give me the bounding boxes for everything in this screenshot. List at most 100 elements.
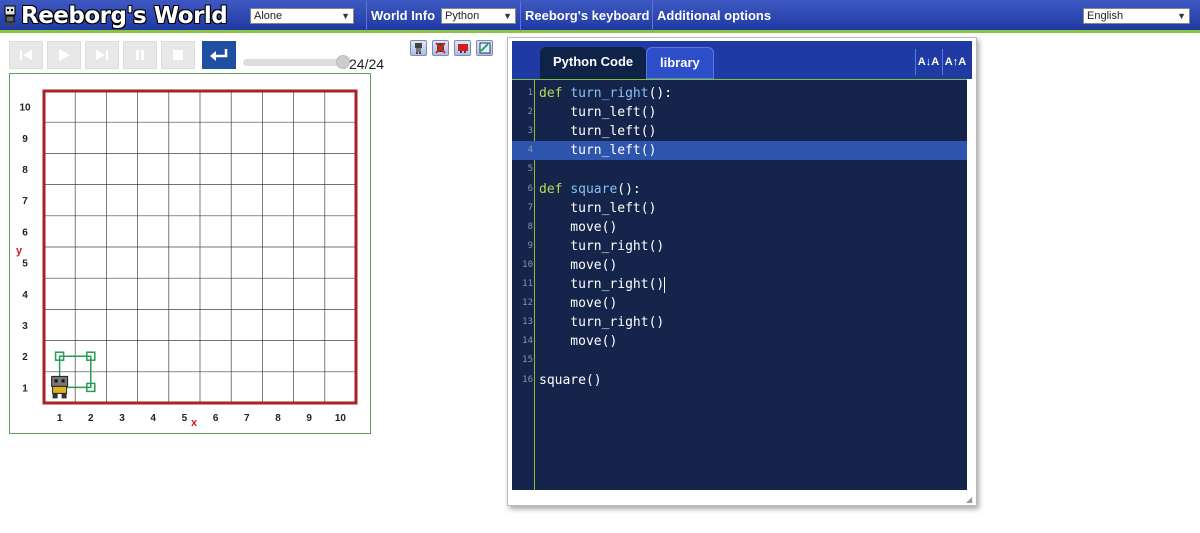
robot-icon	[415, 43, 422, 54]
edit-world-button[interactable]	[476, 40, 493, 56]
code-line[interactable]: 9 turn_right()	[512, 237, 967, 256]
pause-icon	[136, 50, 144, 60]
code-line[interactable]: 13 turn_right()	[512, 313, 967, 332]
world-canvas[interactable]: 1 2 3 4 5 6 7 8 9 10 1 2 3 4 5 6 7 8 9 10 y x	[9, 73, 371, 434]
chevron-down-icon: ▼	[503, 11, 512, 21]
code-text: def turn_right():	[539, 86, 673, 101]
code-text: move()	[539, 219, 618, 235]
line-number: 5	[527, 164, 533, 175]
x-axis-label: x	[191, 417, 198, 429]
code-text: move()	[539, 296, 618, 312]
resize-handle[interactable]: ◢	[966, 495, 974, 504]
stop-icon	[173, 50, 183, 60]
code-area[interactable]: 1 def turn_right(): 2 turn_left() 3 turn_le…	[512, 79, 967, 490]
y-axis-label: y	[16, 245, 23, 257]
code-line[interactable]: 2 turn_left()	[512, 103, 967, 122]
keyboard-menu[interactable]: Reeborg's keyboard	[520, 1, 653, 31]
robot-delete-icon	[435, 42, 446, 54]
additional-options-menu[interactable]: Additional options	[652, 1, 775, 31]
line-number: 14	[522, 336, 533, 347]
app-logo: Reeborg's World	[3, 2, 228, 30]
line-number: 7	[527, 202, 533, 213]
code-line[interactable]: 7 turn_left()	[512, 199, 967, 218]
line-number: 11	[522, 279, 533, 289]
code-line[interactable]: 10 move()	[512, 256, 967, 275]
y-tick-label: 3	[22, 321, 28, 332]
world-info-menu[interactable]: World Info	[366, 1, 439, 31]
x-tick-label: 7	[244, 413, 250, 424]
code-line[interactable]: 12 move()	[512, 294, 967, 313]
line-number: 9	[527, 240, 533, 251]
line-number: 13	[522, 317, 533, 328]
step-button[interactable]	[85, 41, 119, 69]
language-select-value: Python	[445, 10, 480, 22]
code-editor-panel: Python Code library A↓A A↑A 1 def turn_ri…	[507, 37, 977, 506]
red-robot-icon	[457, 44, 468, 53]
code-text: turn_left()	[539, 124, 657, 140]
font-smaller-button[interactable]: A↓A	[915, 49, 941, 75]
y-tick-label: 10	[19, 103, 31, 114]
tab-library[interactable]: library	[646, 47, 714, 79]
speed-slider-handle[interactable]	[336, 55, 350, 69]
code-line[interactable]: 4 turn_left()	[512, 141, 967, 161]
line-number: 6	[527, 183, 533, 194]
ui-language-select[interactable]: English ▼	[1083, 8, 1190, 24]
x-tick-label: 10	[335, 413, 347, 424]
font-larger-button[interactable]: A↑A	[942, 49, 968, 75]
return-button[interactable]	[202, 41, 236, 69]
code-text: move()	[539, 257, 618, 273]
code-line[interactable]: 5	[512, 160, 967, 179]
pause-button[interactable]	[123, 41, 157, 69]
app-title: Reeborg's World	[21, 3, 228, 29]
editor-tab-bar: Python Code library A↓A A↑A	[512, 41, 972, 79]
code-line[interactable]: 15	[512, 351, 967, 370]
speed-slider-track[interactable]	[243, 59, 343, 66]
robot-icon[interactable]	[51, 375, 69, 399]
chevron-down-icon: ▼	[341, 11, 350, 21]
stop-button[interactable]	[161, 41, 195, 69]
mode-select[interactable]: Alone ▼	[250, 8, 354, 24]
code-text: def square():	[539, 181, 641, 197]
mode-select-value: Alone	[254, 10, 283, 22]
skip-back-icon	[20, 50, 32, 60]
code-line[interactable]: 1 def turn_right():	[512, 84, 967, 103]
code-text: move()	[539, 334, 618, 350]
y-tick-label: 4	[22, 290, 28, 301]
y-tick-label: 7	[22, 196, 28, 207]
line-number: 2	[527, 107, 533, 118]
x-tick-label: 4	[150, 413, 156, 424]
chevron-down-icon: ▼	[1177, 11, 1186, 21]
y-tick-label: 5	[22, 259, 28, 270]
highlight-toggle-button[interactable]	[454, 40, 471, 56]
code-line[interactable]: 16 square()	[512, 371, 967, 390]
line-number: 3	[527, 126, 533, 137]
programming-language-select[interactable]: Python ▼	[441, 8, 516, 24]
tab-python-code[interactable]: Python Code	[540, 47, 647, 79]
x-tick-label: 9	[306, 413, 312, 424]
robot-tool-button[interactable]	[410, 40, 427, 56]
reload-button[interactable]	[9, 41, 43, 69]
line-number: 12	[522, 298, 533, 309]
world-edit-icon	[479, 42, 490, 54]
x-tick-label: 5	[182, 413, 188, 424]
code-text: square()	[539, 372, 602, 388]
code-line[interactable]: 8 move()	[512, 218, 967, 237]
code-line[interactable]: 3 turn_left()	[512, 122, 967, 141]
code-text: turn_right()	[539, 238, 665, 254]
line-number: 1	[527, 88, 533, 98]
code-line[interactable]: 14 move()	[512, 332, 967, 351]
y-tick-label: 9	[22, 134, 28, 145]
code-text: turn_left()	[539, 143, 657, 159]
x-tick-label: 2	[88, 413, 94, 424]
line-number: 4	[527, 145, 533, 156]
x-tick-label: 6	[213, 413, 219, 424]
line-number: 16	[522, 374, 533, 385]
code-line[interactable]: 6 def square():	[512, 180, 967, 199]
x-tick-label: 8	[275, 413, 281, 424]
delete-robot-button[interactable]	[432, 40, 449, 56]
code-text: turn_right()	[539, 315, 665, 331]
top-menu-bar: Reeborg's World Alone ▼ World Info Pytho…	[0, 0, 1200, 33]
run-button[interactable]	[47, 41, 81, 69]
code-text: turn_left()	[539, 105, 657, 121]
code-line[interactable]: 11 turn_right()	[512, 275, 967, 294]
